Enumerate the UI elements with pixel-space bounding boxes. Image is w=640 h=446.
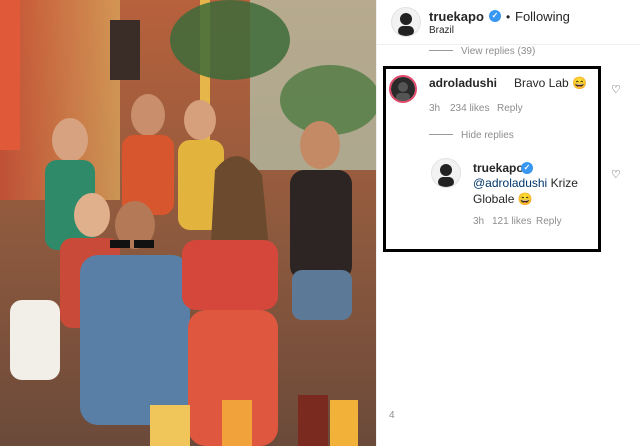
follow-button[interactable]: Following — [515, 9, 570, 24]
footer-count: 4 — [389, 410, 395, 421]
header-separator: • — [506, 10, 511, 24]
reply-like-heart-icon[interactable]: ♡ — [611, 168, 621, 181]
post-photo-image — [0, 0, 376, 446]
post-header: truekapo ✓ • Following Brazil — [377, 0, 640, 45]
highlight-box — [383, 66, 601, 252]
author-avatar[interactable] — [391, 7, 421, 37]
author-username[interactable]: truekapo — [429, 9, 484, 24]
view-replies-line — [429, 50, 453, 51]
view-replies-link[interactable]: View replies (39) — [461, 46, 535, 57]
avatar-glyph-icon — [398, 13, 414, 36]
post-location[interactable]: Brazil — [429, 25, 454, 36]
post-photo[interactable] — [0, 0, 376, 446]
verified-badge-icon: ✓ — [489, 10, 501, 22]
comment-like-heart-icon[interactable]: ♡ — [611, 83, 621, 96]
